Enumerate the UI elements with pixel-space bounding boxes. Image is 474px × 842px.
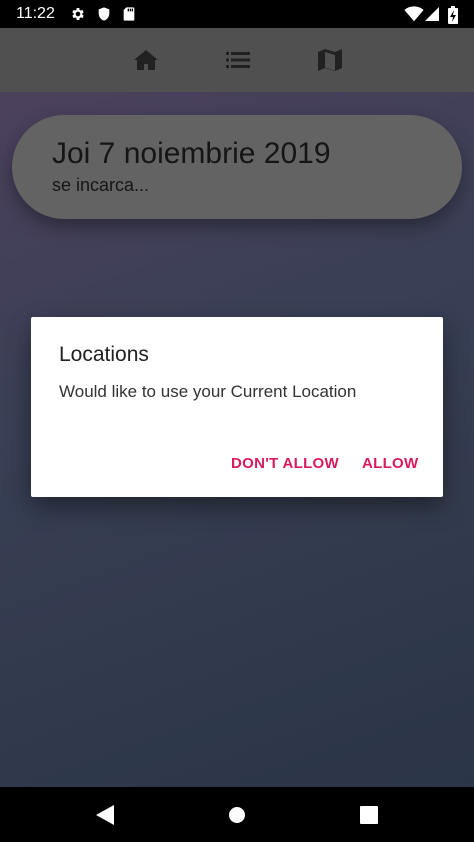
home-nav-button[interactable] [226, 804, 248, 826]
status-bar: 11:22 [0, 0, 474, 28]
battery-charging-icon [448, 6, 458, 24]
dialog-message: Would like to use your Current Location [59, 382, 357, 401]
recents-button[interactable] [358, 804, 380, 826]
dialog-title: Locations [59, 343, 149, 366]
signal-icon [425, 6, 441, 22]
system-nav-bar [0, 787, 474, 842]
back-icon [96, 805, 114, 825]
status-time: 11:22 [16, 5, 55, 22]
allow-button[interactable]: ALLOW [362, 455, 418, 472]
sd-card-icon [121, 6, 137, 22]
recents-icon [360, 806, 378, 824]
wifi-icon [404, 6, 424, 22]
shield-icon [96, 6, 112, 22]
home-circle-icon [229, 807, 245, 823]
location-permission-dialog: Locations Would like to use your Current… [31, 317, 443, 497]
gear-icon [70, 6, 86, 22]
back-button[interactable] [94, 804, 116, 826]
dont-allow-button[interactable]: DON'T ALLOW [231, 455, 339, 472]
